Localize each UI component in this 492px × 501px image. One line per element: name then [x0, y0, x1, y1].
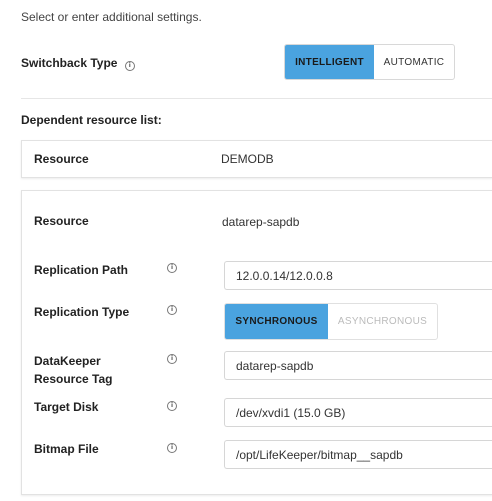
replication-synchronous-option[interactable]: SYNCHRONOUS: [225, 304, 328, 339]
replication-type-toggle[interactable]: SYNCHRONOUS ASYNCHRONOUS: [224, 303, 438, 340]
info-icon[interactable]: i: [167, 354, 177, 364]
resource-tag-label-line2: Resource Tag: [34, 372, 113, 386]
dependent-resource-card: Resource DEMODB: [21, 140, 492, 178]
dependent-resource-list-title: Dependent resource list:: [21, 113, 162, 127]
resource-tag-field[interactable]: datarep-sapdb: [224, 351, 492, 380]
info-icon[interactable]: i: [167, 263, 177, 273]
switchback-type-label-text: Switchback Type: [21, 56, 118, 70]
resource-label: Resource: [34, 214, 89, 228]
section-divider: [21, 98, 492, 99]
replication-asynchronous-option[interactable]: ASYNCHRONOUS: [328, 304, 437, 339]
resource-tag-label-line1: DataKeeper: [34, 354, 101, 368]
replication-type-label: Replication Type: [34, 305, 130, 319]
switchback-type-toggle[interactable]: INTELLIGENT AUTOMATIC: [284, 44, 455, 80]
dependent-resource-label: Resource: [34, 152, 89, 166]
switchback-automatic-option[interactable]: AUTOMATIC: [374, 45, 454, 79]
target-disk-field[interactable]: /dev/xvdi1 (15.0 GB): [224, 398, 492, 427]
switchback-type-label: Switchback Type i: [21, 56, 135, 71]
dependent-resource-value: DEMODB: [221, 152, 274, 166]
bitmap-file-field[interactable]: /opt/LifeKeeper/bitmap__sapdb: [224, 440, 492, 469]
info-icon[interactable]: i: [167, 401, 177, 411]
target-disk-label: Target Disk: [34, 400, 99, 414]
resource-tag-label: DataKeeper Resource Tag: [34, 352, 112, 388]
info-icon[interactable]: i: [124, 61, 135, 71]
instructions-text: Select or enter additional settings.: [21, 10, 202, 24]
bitmap-file-label: Bitmap File: [34, 442, 99, 456]
switchback-intelligent-option[interactable]: INTELLIGENT: [285, 45, 374, 79]
info-icon[interactable]: i: [167, 443, 177, 453]
info-icon[interactable]: i: [167, 305, 177, 315]
replication-path-field[interactable]: 12.0.0.14/12.0.0.8: [224, 261, 492, 290]
replication-path-label: Replication Path: [34, 263, 129, 277]
resource-value: datarep-sapdb: [222, 215, 300, 229]
